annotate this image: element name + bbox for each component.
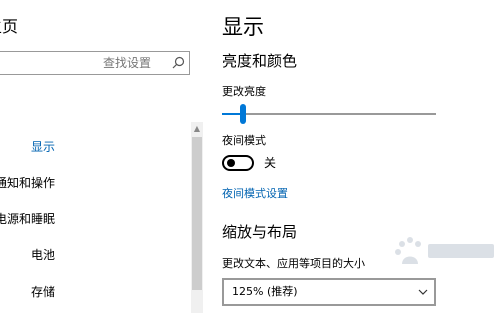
nav-scrollbar[interactable]: ▲ xyxy=(191,122,203,313)
sidebar-item-label: 存储 xyxy=(30,285,55,299)
night-mode-toggle[interactable] xyxy=(222,155,254,171)
settings-window: 设置主页 显示 通知和操作 电源和睡眠 电池 存储 xyxy=(0,0,503,313)
sidebar-item-label: 显示 xyxy=(30,140,55,154)
scale-dropdown-value: 125% (推荐) xyxy=(232,285,298,298)
nav-heading[interactable]: 设置主页 xyxy=(0,14,18,40)
search-box[interactable] xyxy=(0,51,190,75)
scale-section-title: 缩放与布局 xyxy=(222,223,298,241)
search-icon[interactable] xyxy=(170,55,186,71)
sidebar-item-label: 电源和睡眠 xyxy=(0,212,55,226)
scale-dropdown[interactable]: 125% (推荐) xyxy=(222,278,436,306)
night-mode-label: 夜间模式 xyxy=(222,134,266,147)
sidebar-item-label: 通知和操作 xyxy=(0,176,55,190)
settings-nav-pane: 设置主页 显示 通知和操作 电源和睡眠 电池 存储 xyxy=(0,0,205,313)
toggle-knob xyxy=(227,159,235,167)
watermark-logo xyxy=(395,237,494,264)
page-title: 显示 xyxy=(222,15,264,39)
sidebar-item-storage[interactable]: 存储 xyxy=(0,275,190,309)
nav-list: 显示 通知和操作 电源和睡眠 电池 存储 xyxy=(0,124,190,313)
chevron-down-icon[interactable] xyxy=(418,287,428,297)
nav-heading-container: 设置主页 xyxy=(0,14,30,42)
scale-label: 更改文本、应用等项目的大小 xyxy=(222,257,365,270)
chevron-up-icon[interactable]: ▲ xyxy=(191,122,203,136)
brightness-slider[interactable] xyxy=(222,104,436,124)
slider-thumb[interactable] xyxy=(240,104,246,124)
scrollbar-thumb[interactable] xyxy=(192,137,202,290)
brightness-label: 更改亮度 xyxy=(222,85,266,98)
night-mode-state: 关 xyxy=(264,156,277,170)
search-input[interactable] xyxy=(0,52,151,74)
sidebar-item-battery[interactable]: 电池 xyxy=(0,238,190,272)
slider-track[interactable] xyxy=(222,113,436,115)
brightness-section-title: 亮度和颜色 xyxy=(222,52,298,70)
night-mode-settings-link[interactable]: 夜间模式设置 xyxy=(222,186,288,202)
sidebar-item-display[interactable]: 显示 xyxy=(0,130,190,164)
sidebar-item-power-sleep[interactable]: 电源和睡眠 xyxy=(0,202,190,236)
sidebar-item-notifications[interactable]: 通知和操作 xyxy=(0,166,190,200)
sidebar-item-label: 电池 xyxy=(30,248,55,262)
